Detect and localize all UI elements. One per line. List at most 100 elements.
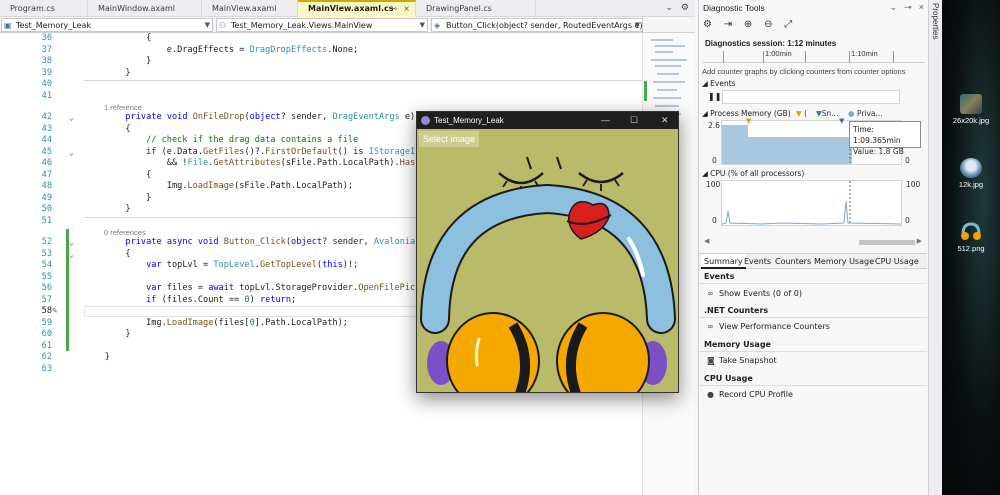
code-line[interactable]: 40 [0,79,642,91]
line-number: 41 [41,90,52,101]
select-tools-icon[interactable]: ⇥ [724,19,732,30]
collapse-icon: ◢ [702,109,711,118]
avalonia-logo-icon [421,116,430,125]
reset-zoom-icon[interactable]: ⤢ [784,19,792,30]
tab-mainwindow-axaml[interactable]: MainWindow.axaml [88,0,202,17]
minimize-icon[interactable]: — [601,112,610,129]
code-line[interactable]: 38 } [0,56,642,68]
desktop-icon-512[interactable]: 512.png [942,222,1000,253]
desktop-icon-26x20k[interactable]: 26x20k.jpg [942,94,1000,125]
events-graph-header[interactable]: ◢ Events [702,79,736,88]
code-text: Img.LoadImage(sFile.Path.LocalPath); [84,181,354,191]
line-number: 57 [41,294,52,305]
fold-chevron-icon[interactable]: ⌄ [69,147,74,159]
app-title-bar[interactable]: Test_Memory_Leak — ☐ ✕ [417,112,678,129]
pause-icon[interactable]: ❚❚ [708,92,721,101]
project-dropdown[interactable]: ▣ Test_Memory_Leak ▼ [1,18,213,32]
line-number: 56 [41,283,52,293]
tab-label: MainView.axaml.cs [308,4,394,13]
view-performance-counters-link[interactable]: ∞ View Performance Counters [707,322,830,331]
select-image-button[interactable]: Select image [419,131,480,147]
add-counter-hint: Add counter graphs by clicking counters … [702,67,906,76]
code-text: } [84,192,152,203]
code-text: } [84,329,131,339]
method-icon: ◈ [434,21,441,30]
headphones-image-icon [960,222,982,242]
diagnostics-session-label: Diagnostics session: 1:12 minutes [705,39,837,48]
properties-side-tab[interactable]: Properties [928,0,942,495]
memory-axis-max: 2.6 [708,121,720,130]
line-number: 50 [41,204,52,214]
zoom-in-icon[interactable]: ⊕ [744,19,752,30]
tab-mainview-axaml[interactable]: MainView.axaml [202,0,298,17]
scrollbar-thumb[interactable] [859,240,915,245]
tab-memory-usage[interactable]: Memory Usage [811,254,877,269]
legend-private-bytes: ● Priva... [848,109,883,118]
summary-cpu-usage-header: CPU Usage [699,372,927,386]
line-number: 46 [41,158,52,168]
image-file-icon [960,94,982,114]
close-icon[interactable]: ✕ [661,112,669,129]
cpu-header[interactable]: ◢ CPU (% of all processors) [702,169,804,178]
code-text: { [84,33,152,43]
test-memory-leak-window[interactable]: Test_Memory_Leak — ☐ ✕ Select image [416,111,679,393]
tab-program-cs[interactable]: Program.cs [0,0,88,17]
chevron-down-icon: ▼ [419,21,425,29]
pin-icon[interactable]: ⊸ [904,2,912,12]
line-number: 51 [41,215,52,226]
member-dropdown[interactable]: ◈ Button_Click(object? sender, RoutedEven… [431,18,643,32]
quick-actions-icon[interactable]: ✎ [52,306,57,318]
code-line[interactable]: 37 e.DragEffects = DragDropEffects.None; [0,45,642,57]
tab-cpu-usage[interactable]: CPU Usage [872,254,922,269]
code-text: var topLvl = TopLevel.GetTopLevel(this)!… [146,260,359,270]
scroll-left-icon[interactable]: ◀ [704,237,709,245]
code-line[interactable]: 39 } [0,68,642,80]
line-number: 39 [41,67,52,78]
dropdown-icon[interactable]: ⌄ [890,2,898,12]
fold-chevron-icon[interactable]: ⌄ [69,249,74,261]
cpu-graph[interactable] [721,180,902,226]
zoom-out-icon[interactable]: ⊖ [764,19,772,30]
code-text: { [84,248,131,259]
show-events-link[interactable]: ∞ Show Events (0 of 0) [707,289,802,298]
link-icon: ∞ [707,289,714,298]
code-line[interactable]: 36 { [0,33,642,45]
settings-gear-icon[interactable]: ⚙ [681,3,689,13]
line-number: 59 [41,317,52,328]
code-text: Img.LoadImage(files[0].Path.LocalPath); [84,317,348,328]
settings-gear-icon[interactable]: ⚙ [703,19,712,30]
cpu-axis-min-right: 0 [905,216,910,225]
project-dropdown-value: Test_Memory_Leak [16,21,92,30]
tab-counters[interactable]: Counters [772,254,814,269]
tab-label: DrawingPanel.cs [426,4,492,13]
pin-icon[interactable]: ⊸ [390,2,397,16]
cpu-line [722,200,901,225]
take-snapshot-button[interactable]: ◙ Take Snapshot [707,356,777,365]
desktop-icon-12k[interactable]: 12k.jpg [942,158,1000,189]
maximize-icon[interactable]: ☐ [630,112,638,129]
events-track[interactable] [722,90,900,104]
app-title: Test_Memory_Leak [434,116,504,125]
session-timeline-ruler[interactable]: 1:00min 1:10min [703,49,925,63]
fold-chevron-icon[interactable]: ⌄ [69,237,74,249]
headphones-illustration [420,156,676,392]
scroll-right-icon[interactable]: ▶ [917,237,922,245]
tab-list-dropdown-icon[interactable]: ⌄ [665,3,673,13]
line-number: 54 [41,260,52,270]
tab-mainview-axaml-cs[interactable]: MainView.axaml.cs ⊸ × [298,0,416,17]
fold-chevron-icon[interactable]: ⌄ [69,112,74,124]
snapshot-marker-icon: ▼ [839,117,845,125]
code-text: private async void Button_Click(object? … [125,237,436,247]
record-cpu-profile-button[interactable]: ● Record CPU Profile [707,390,793,399]
tab-summary[interactable]: Summary [701,254,746,269]
summary-net-counters-header: .NET Counters [699,304,927,318]
tab-drawingpanel-cs[interactable]: DrawingPanel.cs [416,0,536,17]
tab-events[interactable]: Events [741,254,774,269]
graph-horizontal-scrollbar[interactable]: ◀ ▶ [704,237,922,247]
close-icon[interactable]: × [919,2,924,12]
code-line[interactable]: 41 [0,91,642,103]
line-number: 52 [41,237,52,247]
type-dropdown[interactable]: ⚇ Test_Memory_Leak.Views.MainView ▼ [216,18,428,32]
close-icon[interactable]: × [403,2,410,16]
line-number: 43 [41,123,52,134]
